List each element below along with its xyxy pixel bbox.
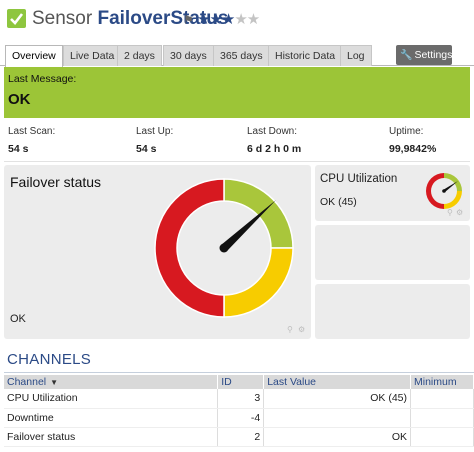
tab-bar: Overview Live Data 2 days 30 days 365 da… (0, 44, 474, 67)
pin-icon[interactable]: ⚲ (447, 208, 453, 217)
cpu-gauge-title: CPU Utilization (320, 173, 398, 185)
sort-down-icon: ▼ (50, 378, 59, 387)
channel-id: -4 (217, 408, 265, 428)
stat-last-down: Last Down: 6 d 2 h 0 m (247, 126, 302, 155)
settings-button[interactable]: 🔧 Settings (396, 45, 452, 65)
cpu-gauge-value: OK (45) (320, 196, 357, 208)
channel-last-value (263, 408, 411, 428)
channel-last-value: OK (263, 427, 411, 447)
column-header-last-value[interactable]: Last Value (263, 375, 411, 389)
star-empty-icon: ★★ (234, 11, 260, 28)
cpu-utilization-gauge-panel[interactable]: CPU Utilization OK (45) ⚲ ⚙ (315, 165, 470, 221)
channel-minimum (410, 389, 474, 409)
channel-minimum (410, 427, 474, 447)
divider (4, 161, 470, 162)
tab-overview[interactable]: Overview (5, 45, 63, 67)
column-header-minimum[interactable]: Minimum (410, 375, 474, 389)
tab-2-days[interactable]: 2 days (117, 45, 162, 66)
channels-heading: CHANNELS (7, 351, 92, 368)
last-message-label: Last Message: (8, 73, 77, 85)
stat-last-up: Last Up: 54 s (136, 126, 174, 155)
failover-gauge (154, 178, 294, 318)
status-ok-icon (7, 9, 26, 28)
channel-id: 2 (217, 427, 265, 447)
channel-name[interactable]: CPU Utilization (4, 389, 219, 409)
cpu-gauge (426, 173, 462, 209)
wrench-icon: 🔧 (400, 50, 413, 61)
gear-icon[interactable]: ⚙ (456, 208, 463, 217)
failover-status-gauge-panel[interactable]: Failover status OK ⚲ ⚙ (4, 165, 311, 339)
column-header-channel[interactable]: Channel ▼ (4, 375, 219, 389)
empty-gauge-slot (315, 284, 470, 339)
table-row[interactable]: Downtime -4 (4, 408, 474, 428)
tab-historic-data[interactable]: Historic Data (268, 45, 343, 66)
channel-name[interactable]: Failover status (4, 427, 219, 447)
channel-id: 3 (217, 389, 265, 409)
stat-last-scan: Last Scan: 54 s (8, 126, 56, 155)
empty-gauge-slot (315, 225, 470, 280)
channel-minimum (410, 408, 474, 428)
table-row[interactable]: Failover status 2 OK (4, 427, 474, 447)
column-header-id[interactable]: ID (217, 375, 265, 389)
sensor-header: Sensor FailoverStatus ⚑ ★★★★★ (0, 0, 474, 44)
channel-last-value: OK (45) (263, 389, 411, 409)
channels-table: Channel ▼ ID Last Value Minimum CPU Utili… (4, 375, 474, 447)
flag-icon[interactable]: ⚑ (183, 13, 194, 27)
star-icon: ★★★ (197, 11, 235, 28)
tab-365-days[interactable]: 365 days (213, 45, 270, 66)
tab-log[interactable]: Log (340, 45, 372, 66)
stat-uptime: Uptime: 99,9842% (389, 126, 437, 155)
tab-live-data[interactable]: Live Data (63, 45, 122, 66)
table-row[interactable]: CPU Utilization 3 OK (45) (4, 389, 474, 409)
gear-icon[interactable]: ⚙ (298, 325, 305, 334)
tab-30-days[interactable]: 30 days (163, 45, 214, 66)
channel-name[interactable]: Downtime (4, 408, 219, 428)
gauge-value: OK (10, 313, 26, 325)
pin-icon[interactable]: ⚲ (287, 325, 293, 334)
priority-stars[interactable]: ★★★★★ (197, 10, 260, 28)
last-message-box: Last Message: OK (4, 67, 470, 118)
last-message-value: OK (8, 91, 31, 108)
gauge-title: Failover status (10, 174, 102, 190)
stats-row: Last Scan: 54 s Last Up: 54 s Last Down: 6 … (4, 120, 470, 160)
channels-divider (4, 372, 474, 373)
